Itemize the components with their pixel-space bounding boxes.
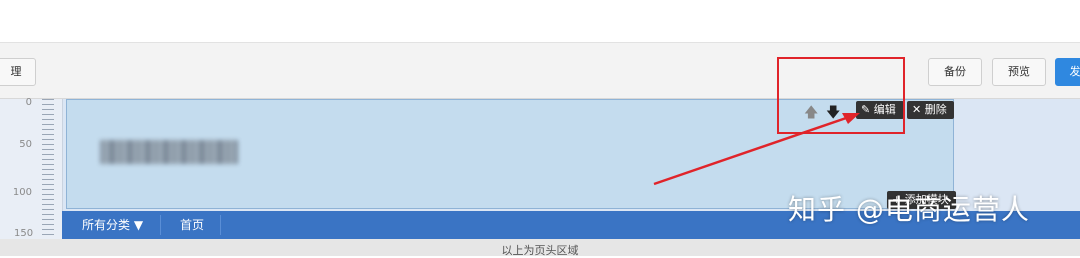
ruler-label: 50 xyxy=(19,139,32,150)
backup-button[interactable]: 备份 xyxy=(928,58,982,86)
nav-home[interactable]: 首页 xyxy=(180,211,204,239)
delete-module-button[interactable]: ✕ 删除 xyxy=(907,101,954,119)
editor-toolbar: 理 备份 预览 发 xyxy=(0,42,1080,99)
vertical-ruler: 0 50 100 xyxy=(0,97,63,241)
top-blank-area xyxy=(0,0,1080,42)
highlight-annotation-box xyxy=(777,57,905,134)
ruler-label: 100 xyxy=(12,187,32,198)
manage-button[interactable]: 理 xyxy=(0,58,36,86)
nav-divider xyxy=(160,215,161,235)
publish-button[interactable]: 发 xyxy=(1055,58,1080,86)
nav-divider xyxy=(220,215,221,235)
nav-all-categories[interactable]: 所有分类 ▼ xyxy=(82,211,143,239)
preview-button[interactable]: 预览 xyxy=(992,58,1046,86)
ruler-label: 0 xyxy=(25,97,32,108)
watermark: 知乎 @电商运营人 xyxy=(788,193,1030,226)
ruler-label: 150 xyxy=(14,228,34,239)
blurred-shop-name xyxy=(100,140,238,164)
ruler-ticks xyxy=(42,99,54,241)
